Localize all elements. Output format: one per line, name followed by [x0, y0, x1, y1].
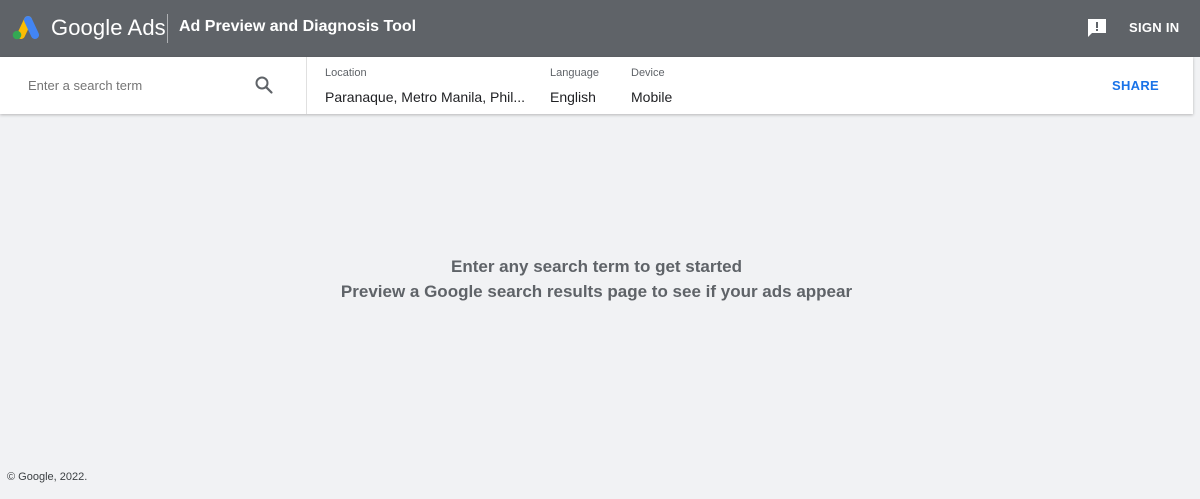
device-value: Mobile — [631, 89, 673, 105]
empty-state-line-1: Enter any search term to get started — [451, 257, 742, 276]
device-label: Device — [631, 67, 665, 79]
page-title: Ad Preview and Diagnosis Tool — [179, 18, 417, 35]
header-divider — [167, 14, 168, 43]
google-ads-logo-icon — [12, 16, 39, 40]
empty-state-line-2: Preview a Google search results page to … — [340, 282, 853, 301]
app-header: Google Ads Ad Preview and Diagnosis Tool… — [0, 0, 1200, 57]
sign-in-button[interactable]: SIGN IN — [1129, 20, 1180, 35]
search-input[interactable] — [28, 74, 238, 96]
preview-toolbar: Location Paranaque, Metro Manila, Phil..… — [0, 57, 1193, 114]
empty-state-message: Enter any search term to get started Pre… — [0, 254, 1193, 304]
footer-copyright: © Google, 2022. — [7, 471, 88, 483]
brand-name: Google Ads — [51, 15, 166, 40]
search-box — [0, 57, 307, 114]
share-button[interactable]: SHARE — [1112, 78, 1159, 93]
location-label: Location — [325, 67, 367, 79]
feedback-icon[interactable] — [1086, 17, 1108, 39]
language-selector[interactable]: Language English — [550, 57, 620, 114]
location-selector[interactable]: Location Paranaque, Metro Manila, Phil..… — [325, 57, 525, 114]
device-selector[interactable]: Device Mobile — [631, 57, 701, 114]
location-value: Paranaque, Metro Manila, Phil... — [325, 89, 525, 105]
search-icon[interactable] — [254, 75, 274, 95]
language-label: Language — [550, 67, 599, 79]
language-value: English — [550, 89, 596, 105]
